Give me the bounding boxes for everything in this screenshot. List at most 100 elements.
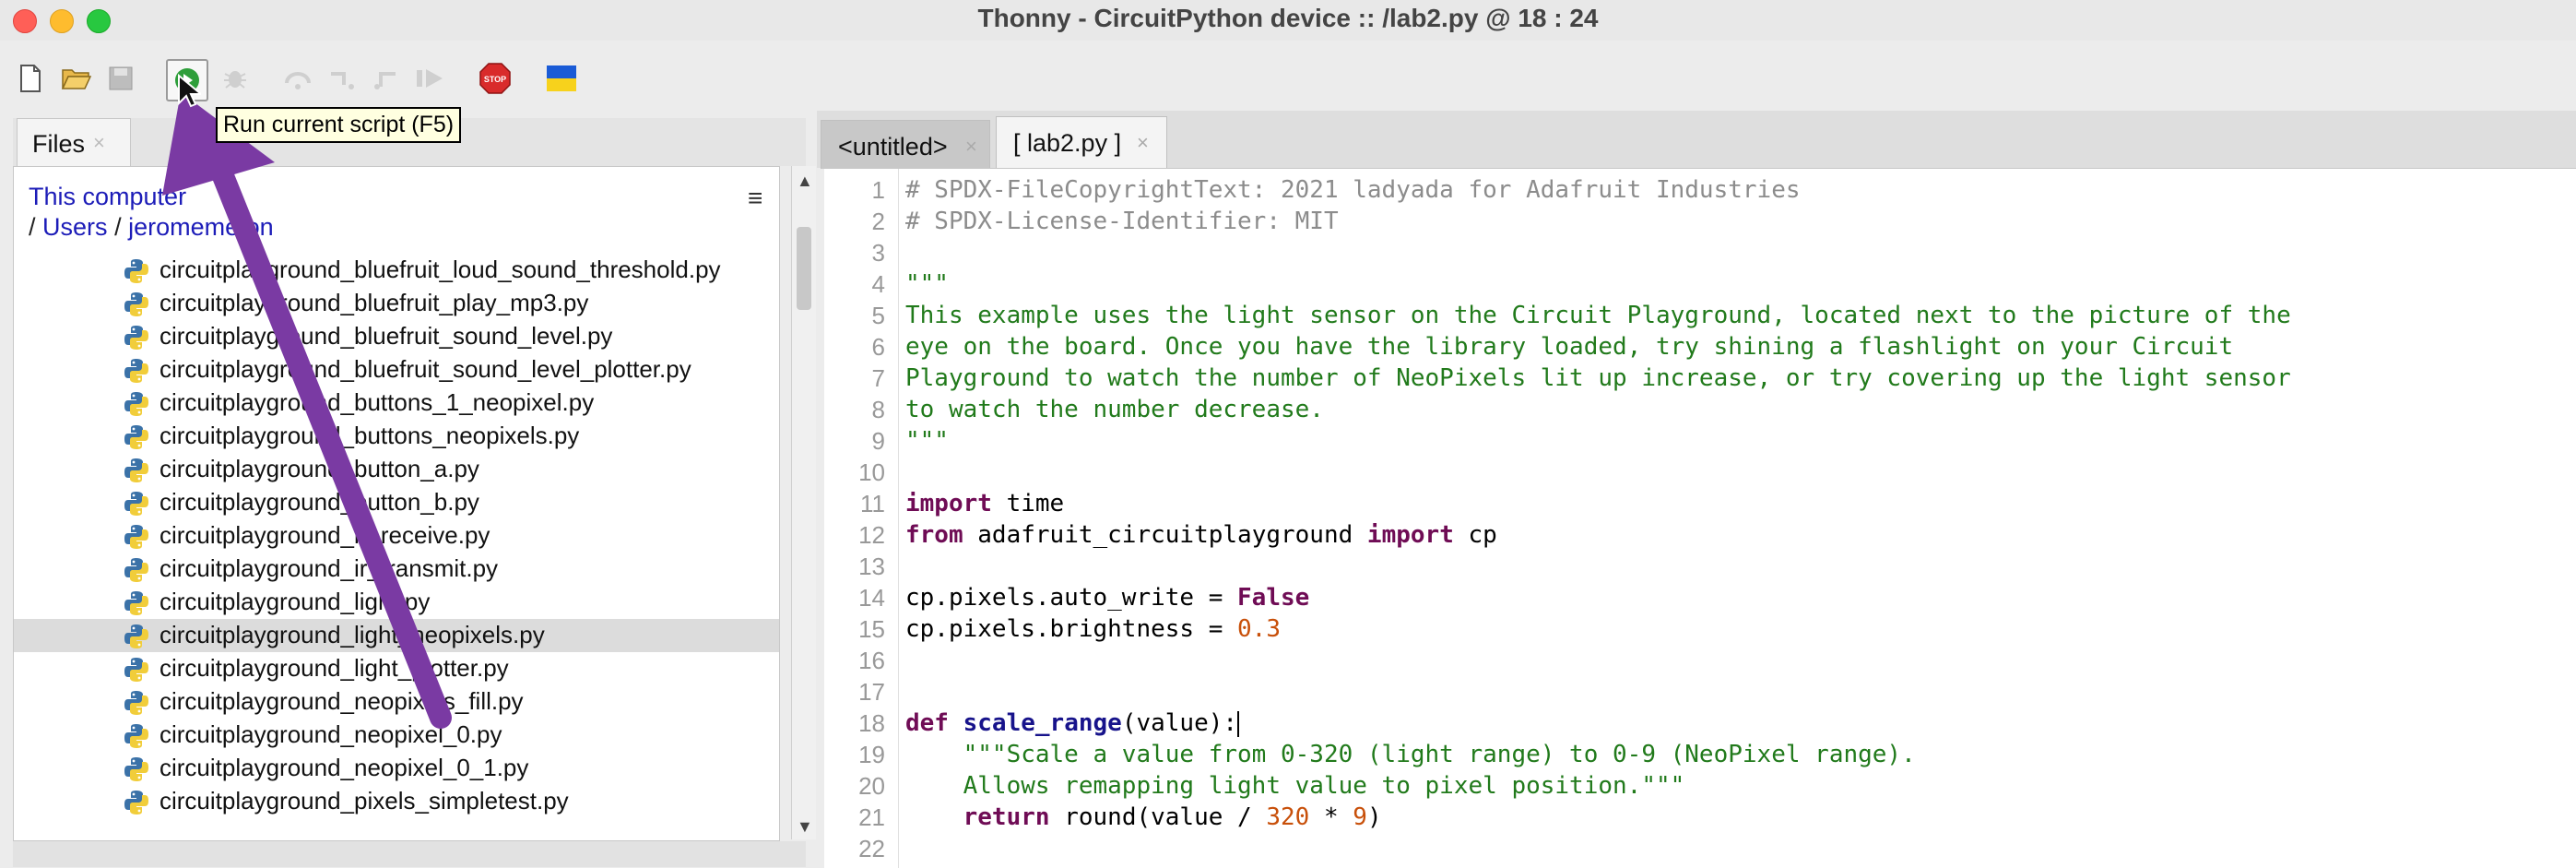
file-name: circuitplayground_buttons_neopixels.py <box>160 422 580 449</box>
file-list-item[interactable]: circuitplayground_neopixels_fill.py <box>14 685 779 719</box>
stop-button[interactable]: STOP <box>478 61 513 96</box>
file-list-item[interactable]: circuitplayground_button_a.py <box>14 453 779 486</box>
python-file-icon <box>123 490 150 522</box>
file-name: circuitplayground_pixels_simpletest.py <box>160 787 569 814</box>
code-line-19: """Scale a value from 0-320 (light range… <box>905 741 1916 768</box>
stop-sign-icon: STOP <box>479 63 511 94</box>
line-number: 19 <box>858 741 885 768</box>
file-list-item[interactable]: circuitplayground_ir_receive.py <box>14 519 779 553</box>
step-into-icon <box>331 72 354 89</box>
file-list-item[interactable]: circuitplayground_pixels_simpletest.py <box>14 785 779 818</box>
path-users-link[interactable]: Users <box>42 213 108 241</box>
resume-icon <box>417 69 443 88</box>
file-list-item[interactable]: circuitplayground_buttons_1_neopixel.py <box>14 386 779 420</box>
file-name: circuitplayground_light.py <box>160 588 431 615</box>
line-number: 18 <box>858 709 885 737</box>
open-file-button[interactable] <box>59 61 94 96</box>
files-panel: Files × This computer / Users / jeromeme… <box>13 118 816 867</box>
file-list-item[interactable]: circuitplayground_light.py <box>14 586 779 619</box>
close-tab-icon[interactable]: × <box>1137 131 1149 155</box>
resume-button[interactable] <box>413 61 448 96</box>
step-out-button[interactable] <box>369 61 404 96</box>
code-line-14: cp.pixels.auto_write = False <box>905 584 1310 612</box>
file-list-item[interactable]: circuitplayground_buttons_neopixels.py <box>14 420 779 453</box>
file-list-item[interactable]: circuitplayground_bluefruit_sound_level.… <box>14 320 779 353</box>
code-line-4: """ <box>905 270 949 298</box>
file-name: circuitplayground_neopixels_fill.py <box>160 687 524 715</box>
file-list-item[interactable]: circuitplayground_light_plotter.py <box>14 652 779 685</box>
code-line-12: from adafruit_circuitplayground import c… <box>905 521 1497 549</box>
code-line-9: """ <box>905 427 949 455</box>
file-name: circuitplayground_neopixel_0.py <box>160 720 502 748</box>
close-tab-icon[interactable]: × <box>93 131 105 155</box>
files-horizontal-scrollbar[interactable] <box>13 841 806 867</box>
close-tab-icon[interactable]: × <box>965 135 977 159</box>
files-menu-icon[interactable]: ≡ <box>748 184 762 213</box>
code-line-1: # SPDX-FileCopyrightText: 2021 ladyada f… <box>905 176 1801 204</box>
code-line-6: eye on the board. Once you have the libr… <box>905 333 2234 361</box>
bug-icon <box>224 71 246 89</box>
folder-open-icon <box>61 69 92 89</box>
line-number: 17 <box>858 678 885 706</box>
file-list-item[interactable]: circuitplayground_neopixel_0_1.py <box>14 752 779 785</box>
file-list-item[interactable]: circuitplayground_light_neopixels.py <box>14 619 779 652</box>
files-scrollbar[interactable]: ▲ ▼ <box>791 166 816 839</box>
step-over-icon <box>285 72 311 89</box>
file-name: circuitplayground_button_b.py <box>160 488 479 516</box>
python-file-icon <box>123 390 150 422</box>
file-name: circuitplayground_button_a.py <box>160 455 479 482</box>
scrollbar-thumb[interactable] <box>797 227 811 310</box>
code-line-21: return round(value / 320 * 9) <box>963 803 1382 831</box>
line-number: 12 <box>858 521 885 549</box>
run-icon <box>175 68 199 92</box>
file-list-item[interactable]: circuitplayground_neopixel_0.py <box>14 719 779 752</box>
python-file-icon <box>123 523 150 555</box>
debug-button[interactable] <box>218 61 253 96</box>
code-editor[interactable]: 1 2 3 4 5 6 7 8 9 10 11 12 13 14 15 16 17 18 19 20 21 22 # SP… <box>824 168 2576 868</box>
file-list-item[interactable]: circuitplayground_bluefruit_loud_sound_t… <box>14 254 779 287</box>
file-list-item[interactable]: circuitplayground_ir_transmit.py <box>14 553 779 586</box>
python-file-icon <box>123 457 150 489</box>
step-out-icon <box>374 72 396 89</box>
tab-untitled[interactable]: <untitled> × <box>821 120 990 169</box>
new-file-icon <box>20 65 41 92</box>
file-list-item[interactable]: circuitplayground_bluefruit_play_mp3.py <box>14 287 779 320</box>
python-file-icon <box>123 324 150 356</box>
save-file-button[interactable] <box>103 61 138 96</box>
tab-lab2[interactable]: [ lab2.py ] × <box>996 116 1167 169</box>
file-list-item[interactable]: circuitplayground_bluefruit_sound_level_… <box>14 353 779 386</box>
file-list-item[interactable]: circuitplayground_button_b.py <box>14 486 779 519</box>
file-name: circuitplayground_buttons_1_neopixel.py <box>160 388 595 416</box>
scroll-up-icon[interactable]: ▲ <box>797 172 813 191</box>
code-line-8: to watch the number decrease. <box>905 396 1324 423</box>
line-number: 4 <box>871 270 885 298</box>
this-computer-link[interactable]: This computer <box>29 182 274 212</box>
code-line-7: Playground to watch the number of NeoPix… <box>905 364 2291 392</box>
code-line-15: cp.pixels.brightness = 0.3 <box>905 615 1281 643</box>
file-name: circuitplayground_light_neopixels.py <box>160 621 545 648</box>
python-file-icon <box>123 291 150 323</box>
code-line-18: def scale_range(value): <box>905 709 1240 737</box>
toolbar: STOP <box>0 41 2576 114</box>
line-number: 20 <box>858 772 885 800</box>
line-number: 8 <box>871 396 885 423</box>
save-icon <box>109 66 133 90</box>
scroll-down-icon[interactable]: ▼ <box>797 817 813 837</box>
path-separator: / <box>114 213 122 241</box>
python-file-icon <box>123 722 150 755</box>
line-number: 2 <box>871 208 885 235</box>
step-over-button[interactable] <box>280 61 315 96</box>
support-ukraine-button[interactable] <box>544 61 579 96</box>
breadcrumb: This computer / Users / jeromemeton <box>29 182 274 243</box>
stop-label: STOP <box>484 75 506 84</box>
tab-untitled-label: <untitled> <box>838 133 948 161</box>
line-number: 9 <box>871 427 885 455</box>
path-user-link[interactable]: jeromemeton <box>128 213 274 241</box>
step-into-button[interactable] <box>325 61 360 96</box>
new-file-button[interactable] <box>13 61 48 96</box>
python-file-icon <box>123 755 150 788</box>
run-current-script-button[interactable] <box>166 59 208 101</box>
tab-files[interactable]: Files × <box>17 118 131 167</box>
python-file-icon <box>123 623 150 655</box>
tab-lab2-label: [ lab2.py ] <box>1013 129 1122 157</box>
